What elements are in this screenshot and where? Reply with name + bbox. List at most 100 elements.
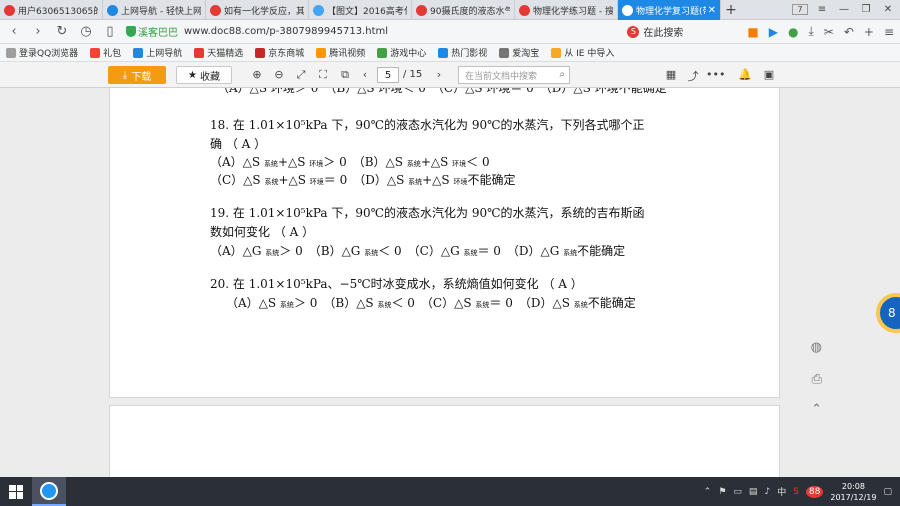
subscript: 系统 <box>263 160 278 168</box>
history-icon[interactable]: ◷ <box>78 24 94 39</box>
tab-label: 上网导航 - 轻快上网 <box>121 6 201 17</box>
bookmark-9[interactable]: 从 IE 中导入 <box>551 46 614 59</box>
option-text: （A）△S <box>226 296 280 310</box>
actual-size-icon[interactable]: ⧉ <box>338 68 352 82</box>
wechat-share-icon[interactable]: ◍ <box>811 340 822 355</box>
new-tab-button[interactable]: + <box>721 0 741 19</box>
tab-label: 物理化学复习题(带 <box>636 6 706 17</box>
option-text: ＜ 0 <box>466 155 490 169</box>
bookmark-5[interactable]: 腾讯视频 <box>316 46 365 59</box>
url-text[interactable]: www.doc88.com/p-3807989945713.html <box>184 26 388 37</box>
menu-icon[interactable]: ≡ <box>814 4 830 15</box>
prev-page-icon[interactable]: ‹ <box>358 68 372 81</box>
notification-icon[interactable]: ▢ <box>883 487 892 497</box>
tray-chevron-icon[interactable]: ⌃ <box>704 487 712 497</box>
search-engine-icon[interactable]: S <box>627 25 640 38</box>
bookmark-3[interactable]: 天猫精选 <box>194 46 243 59</box>
url-field[interactable]: 溪客巴巴 www.doc88.com/p-3807989945713.html <box>126 23 388 41</box>
secure-indicator: 溪客巴巴 <box>126 24 178 39</box>
zoom-out-icon[interactable]: ⊖ <box>272 68 286 81</box>
subscript: 系统 <box>475 301 490 309</box>
tray-badge[interactable]: 88 <box>805 485 824 498</box>
message-icon[interactable]: ▣ <box>762 68 776 81</box>
battery-icon[interactable]: ▭ <box>733 487 742 497</box>
tab-3[interactable]: 【图文】2016高考化 <box>309 0 412 20</box>
ime-indicator[interactable]: 中 <box>777 485 786 498</box>
print-icon[interactable]: ⎙ <box>812 372 822 387</box>
bookmark-0[interactable]: 登录QQ浏览器 <box>6 46 78 59</box>
tab-1[interactable]: 上网导航 - 轻快上网 <box>103 0 206 20</box>
bell-icon[interactable]: 🔔 <box>738 68 752 81</box>
option-text: （A）△G <box>210 244 266 258</box>
bookmark-icon <box>90 47 101 58</box>
sogou-icon[interactable]: S <box>793 487 799 497</box>
qrcode-icon[interactable]: ▦ <box>664 68 678 81</box>
doc-search-input[interactable]: 在当前文档中搜索 ⌕ <box>458 66 570 84</box>
bookmark-icon <box>438 47 449 58</box>
subscript: 系统 <box>406 160 421 168</box>
tab-5[interactable]: 物理化学练习题 - 搜 <box>515 0 618 20</box>
taskbar-browser[interactable] <box>32 477 66 506</box>
option-text: ＜ 0 （C）△G <box>378 244 464 258</box>
share-icon[interactable]: ⤴ <box>686 68 700 84</box>
scissors-icon[interactable]: ✂ <box>824 25 834 39</box>
video-icon[interactable]: ■ <box>747 25 758 39</box>
floating-badge[interactable]: 8 <box>876 293 900 333</box>
search-icon[interactable]: ⌕ <box>559 69 565 80</box>
volume-icon[interactable]: ♪ <box>764 487 770 497</box>
tab-count[interactable]: 7 <box>792 4 808 15</box>
tab-2[interactable]: 如有一化学反应，其 <box>206 0 309 20</box>
clock[interactable]: 20:08 2017/12/19 <box>830 481 876 503</box>
option-text: ＞ 0 （B）△S <box>323 155 407 169</box>
tab-4[interactable]: 90摄氏度的液态水气 <box>412 0 515 20</box>
forward-icon[interactable]: › <box>30 24 46 39</box>
reload-icon[interactable]: ↻ <box>54 24 70 39</box>
zoom-in-icon[interactable]: ⊕ <box>250 68 264 81</box>
question-18: 18. 在 1.01×10⁵kPa 下，90℃的液态水汽化为 90℃的水蒸汽，下… <box>210 118 645 132</box>
bookmark-8[interactable]: 爱淘宝 <box>499 46 539 59</box>
network-icon[interactable]: ▤ <box>749 487 758 497</box>
fit-page-icon[interactable]: ⤢ <box>294 68 308 82</box>
address-bar: ‹ › ↻ ◷ ▯ 溪客巴巴 www.doc88.com/p-380798994… <box>0 20 900 44</box>
more-options-icon[interactable]: ••• <box>706 68 725 81</box>
shield-icon <box>126 26 136 37</box>
page-number-input[interactable]: 5 <box>377 67 399 83</box>
search-box[interactable]: S 在此搜索 <box>627 23 737 41</box>
download-button[interactable]: ⤓ 下载 <box>108 66 166 84</box>
next-page-icon[interactable]: › <box>432 68 446 81</box>
add-icon[interactable]: + <box>864 25 874 39</box>
undo-icon[interactable]: ↶ <box>844 25 854 39</box>
chat-icon[interactable]: ● <box>788 25 798 39</box>
more-menu-icon[interactable]: ≡ <box>884 25 894 39</box>
address-right-tools: S 在此搜索 ■ ▶ ● ⤓ ✂ ↶ + ≡ <box>627 23 894 41</box>
favorite-button[interactable]: ★ 收藏 <box>176 66 232 84</box>
bookmark-7[interactable]: 热门影视 <box>438 46 487 59</box>
document-page: （A）△S 环境＞ 0 （B）△S 环境＜ 0 （C）△S 环境＝ 0 （D）△… <box>109 88 780 398</box>
tab-0[interactable]: 用户6306513065的 <box>0 0 103 20</box>
flag-icon[interactable]: ⚑ <box>718 487 726 497</box>
minimize-icon[interactable]: — <box>836 4 852 15</box>
bookmark-label: 上网导航 <box>146 49 183 59</box>
bookmark-2[interactable]: 上网导航 <box>133 46 182 59</box>
bookmark-6[interactable]: 游戏中心 <box>377 46 426 59</box>
window-controls: 7 ≡ — ❐ ✕ <box>792 0 900 19</box>
question-20-options: （A）△S 系统＞ 0 （B）△S 系统＜ 0 （C）△S 系统＝ 0 （D）△… <box>226 294 636 311</box>
bookmark-label: 游戏中心 <box>390 49 427 59</box>
close-tab-icon[interactable]: ✕ <box>706 5 716 16</box>
option-text: +△S <box>278 173 310 187</box>
fullscreen-icon[interactable]: ⛶ <box>316 68 330 82</box>
option-text: ＝ 0 （D）△S <box>323 173 409 187</box>
bookmark-4[interactable]: 京东商城 <box>255 46 304 59</box>
bookmark-1[interactable]: 礼包 <box>90 46 121 59</box>
download-icon[interactable]: ⤓ <box>808 24 813 39</box>
play-icon[interactable]: ▶ <box>769 25 778 39</box>
back-icon[interactable]: ‹ <box>6 24 22 39</box>
document-area: （A）△S 环境＞ 0 （B）△S 环境＜ 0 （C）△S 环境＝ 0 （D）△… <box>0 88 900 477</box>
bookmark-icon <box>377 47 388 58</box>
scroll-top-icon[interactable]: ⌃ <box>811 402 822 417</box>
tab-6[interactable]: 物理化学复习题(带 ✕ <box>618 0 721 20</box>
restore-icon[interactable]: ❐ <box>858 4 874 15</box>
start-button[interactable] <box>0 477 32 506</box>
close-window-icon[interactable]: ✕ <box>880 4 896 15</box>
reader-icon[interactable]: ▯ <box>102 24 118 39</box>
